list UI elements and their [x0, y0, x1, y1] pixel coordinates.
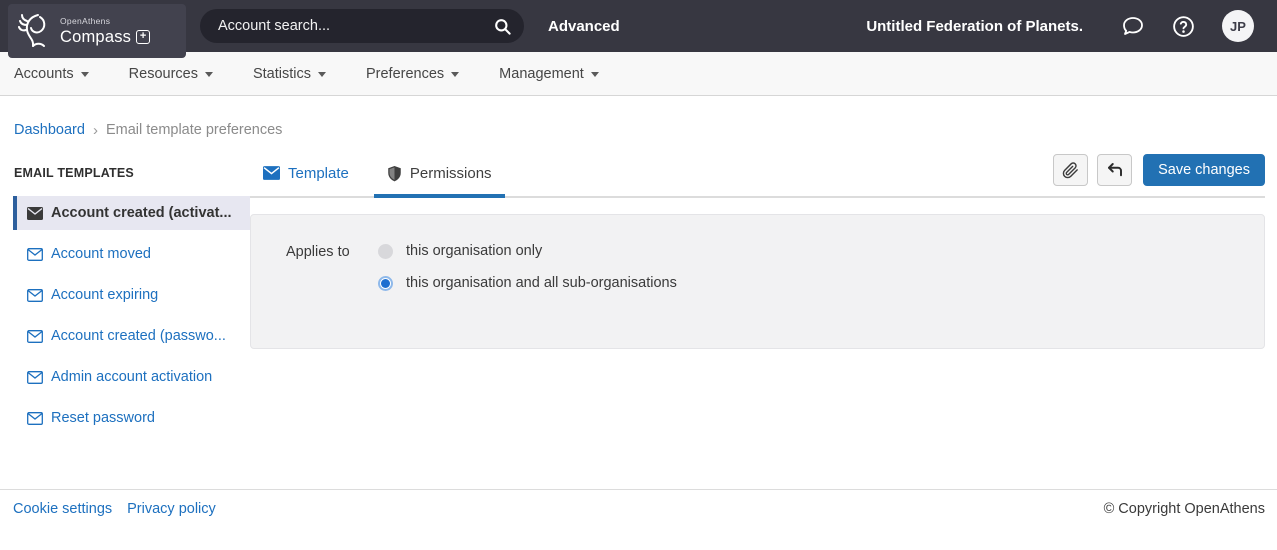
save-changes-button[interactable]: Save changes [1143, 154, 1265, 186]
chevron-down-icon [451, 72, 459, 77]
user-avatar[interactable]: JP [1222, 10, 1254, 42]
main-nav: Accounts Resources Statistics Preference… [0, 52, 1277, 96]
help-button[interactable] [1171, 14, 1196, 39]
sidebar-item-account-created-password[interactable]: Account created (passwo... [13, 319, 250, 353]
cookie-settings-link[interactable]: Cookie settings [13, 501, 112, 517]
account-search-input[interactable] [218, 18, 491, 34]
openathens-logo-icon [18, 11, 54, 51]
sidebar-item-label: Account created (activat... [51, 205, 232, 221]
chevron-down-icon [81, 72, 89, 77]
tab-template[interactable]: Template [250, 152, 362, 198]
breadcrumb: Dashboard › Email template preferences [0, 96, 1277, 140]
sidebar-item-label: Reset password [51, 410, 155, 426]
envelope-icon [27, 289, 43, 302]
shield-icon [387, 165, 402, 182]
tab-template-label: Template [288, 165, 349, 182]
chevron-down-icon [318, 72, 326, 77]
envelope-icon [27, 248, 43, 261]
radio-unselected-icon[interactable] [378, 244, 393, 259]
email-templates-sidebar: EMAIL TEMPLATES Account created (activat… [0, 152, 250, 442]
brand-logo[interactable]: OpenAthens Compass + [8, 4, 186, 58]
option-organisation-and-sub-organisations[interactable]: this organisation and all sub-organisati… [378, 275, 677, 291]
applies-to-label: Applies to [286, 243, 378, 307]
search-icon [493, 17, 512, 36]
paperclip-icon [1062, 162, 1079, 179]
attach-button[interactable] [1053, 154, 1088, 186]
sidebar-item-label: Account expiring [51, 287, 158, 303]
nav-accounts[interactable]: Accounts [14, 66, 89, 82]
envelope-icon [27, 412, 43, 425]
advanced-search-link[interactable]: Advanced [548, 0, 620, 52]
main-header: Template Permissions [250, 152, 1265, 198]
nav-resources[interactable]: Resources [129, 66, 213, 82]
option-label: this organisation only [406, 243, 542, 259]
top-bar-right: Untitled Federation of Planets. JP [866, 0, 1254, 52]
breadcrumb-dashboard-link[interactable]: Dashboard [14, 122, 85, 138]
envelope-icon [27, 207, 43, 220]
tab-permissions-label: Permissions [410, 165, 492, 182]
sidebar-item-label: Admin account activation [51, 369, 212, 385]
nav-statistics[interactable]: Statistics [253, 66, 326, 82]
page: OpenAthens Compass + Advanced Untitled F… [0, 0, 1277, 550]
sidebar-item-label: Account moved [51, 246, 151, 262]
sidebar-item-account-created-activation[interactable]: Account created (activat... [13, 196, 250, 230]
chevron-down-icon [205, 72, 213, 77]
nav-preferences-label: Preferences [366, 66, 444, 82]
envelope-icon [27, 330, 43, 343]
tab-bar: Template Permissions [250, 152, 517, 196]
applies-to-options: this organisation only this organisation… [378, 243, 677, 307]
chevron-down-icon [591, 72, 599, 77]
chat-bubble-icon [1121, 14, 1145, 38]
permissions-panel: Applies to this organisation only this o… [250, 214, 1265, 349]
feedback-button[interactable] [1121, 14, 1145, 38]
nav-management-label: Management [499, 66, 584, 82]
nav-accounts-label: Accounts [14, 66, 74, 82]
sidebar-item-account-expiring[interactable]: Account expiring [13, 278, 250, 312]
undo-button[interactable] [1097, 154, 1132, 186]
option-this-organisation-only[interactable]: this organisation only [378, 243, 677, 259]
brand-text: OpenAthens Compass + [60, 17, 150, 45]
applies-to-row: Applies to this organisation only this o… [286, 243, 1264, 307]
federation-name: Untitled Federation of Planets. [866, 18, 1083, 35]
account-search [200, 9, 524, 43]
tab-permissions[interactable]: Permissions [374, 152, 505, 198]
footer: Cookie settings Privacy policy © Copyrig… [0, 489, 1277, 550]
option-label: this organisation and all sub-organisati… [406, 275, 677, 291]
nav-preferences[interactable]: Preferences [366, 66, 459, 82]
privacy-policy-link[interactable]: Privacy policy [127, 501, 216, 517]
nav-resources-label: Resources [129, 66, 198, 82]
breadcrumb-separator: › [93, 122, 98, 139]
sidebar-item-admin-account-activation[interactable]: Admin account activation [13, 360, 250, 394]
sidebar-item-label: Account created (passwo... [51, 328, 226, 344]
toolbar: Save changes [1053, 154, 1265, 186]
footer-links: Cookie settings Privacy policy [13, 501, 216, 517]
content: EMAIL TEMPLATES Account created (activat… [0, 152, 1277, 442]
email-template-list: Account created (activat... Account move… [0, 196, 250, 435]
radio-selected-icon[interactable] [378, 276, 393, 291]
compass-plus-badge: + [136, 30, 150, 44]
brand-large-label: Compass [60, 29, 131, 46]
brand-small-label: OpenAthens [60, 17, 150, 26]
sidebar-item-reset-password[interactable]: Reset password [13, 401, 250, 435]
top-bar: OpenAthens Compass + Advanced Untitled F… [0, 0, 1277, 52]
nav-management[interactable]: Management [499, 66, 599, 82]
envelope-icon [263, 166, 280, 180]
search-button[interactable] [491, 15, 514, 38]
undo-arrow-icon [1106, 161, 1124, 179]
breadcrumb-current: Email template preferences [106, 122, 283, 138]
main-panel: Template Permissions [250, 152, 1265, 442]
sidebar-heading: EMAIL TEMPLATES [14, 166, 250, 180]
help-icon [1171, 14, 1196, 39]
envelope-icon [27, 371, 43, 384]
nav-statistics-label: Statistics [253, 66, 311, 82]
sidebar-item-account-moved[interactable]: Account moved [13, 237, 250, 271]
copyright-text: © Copyright OpenAthens [1104, 501, 1265, 517]
